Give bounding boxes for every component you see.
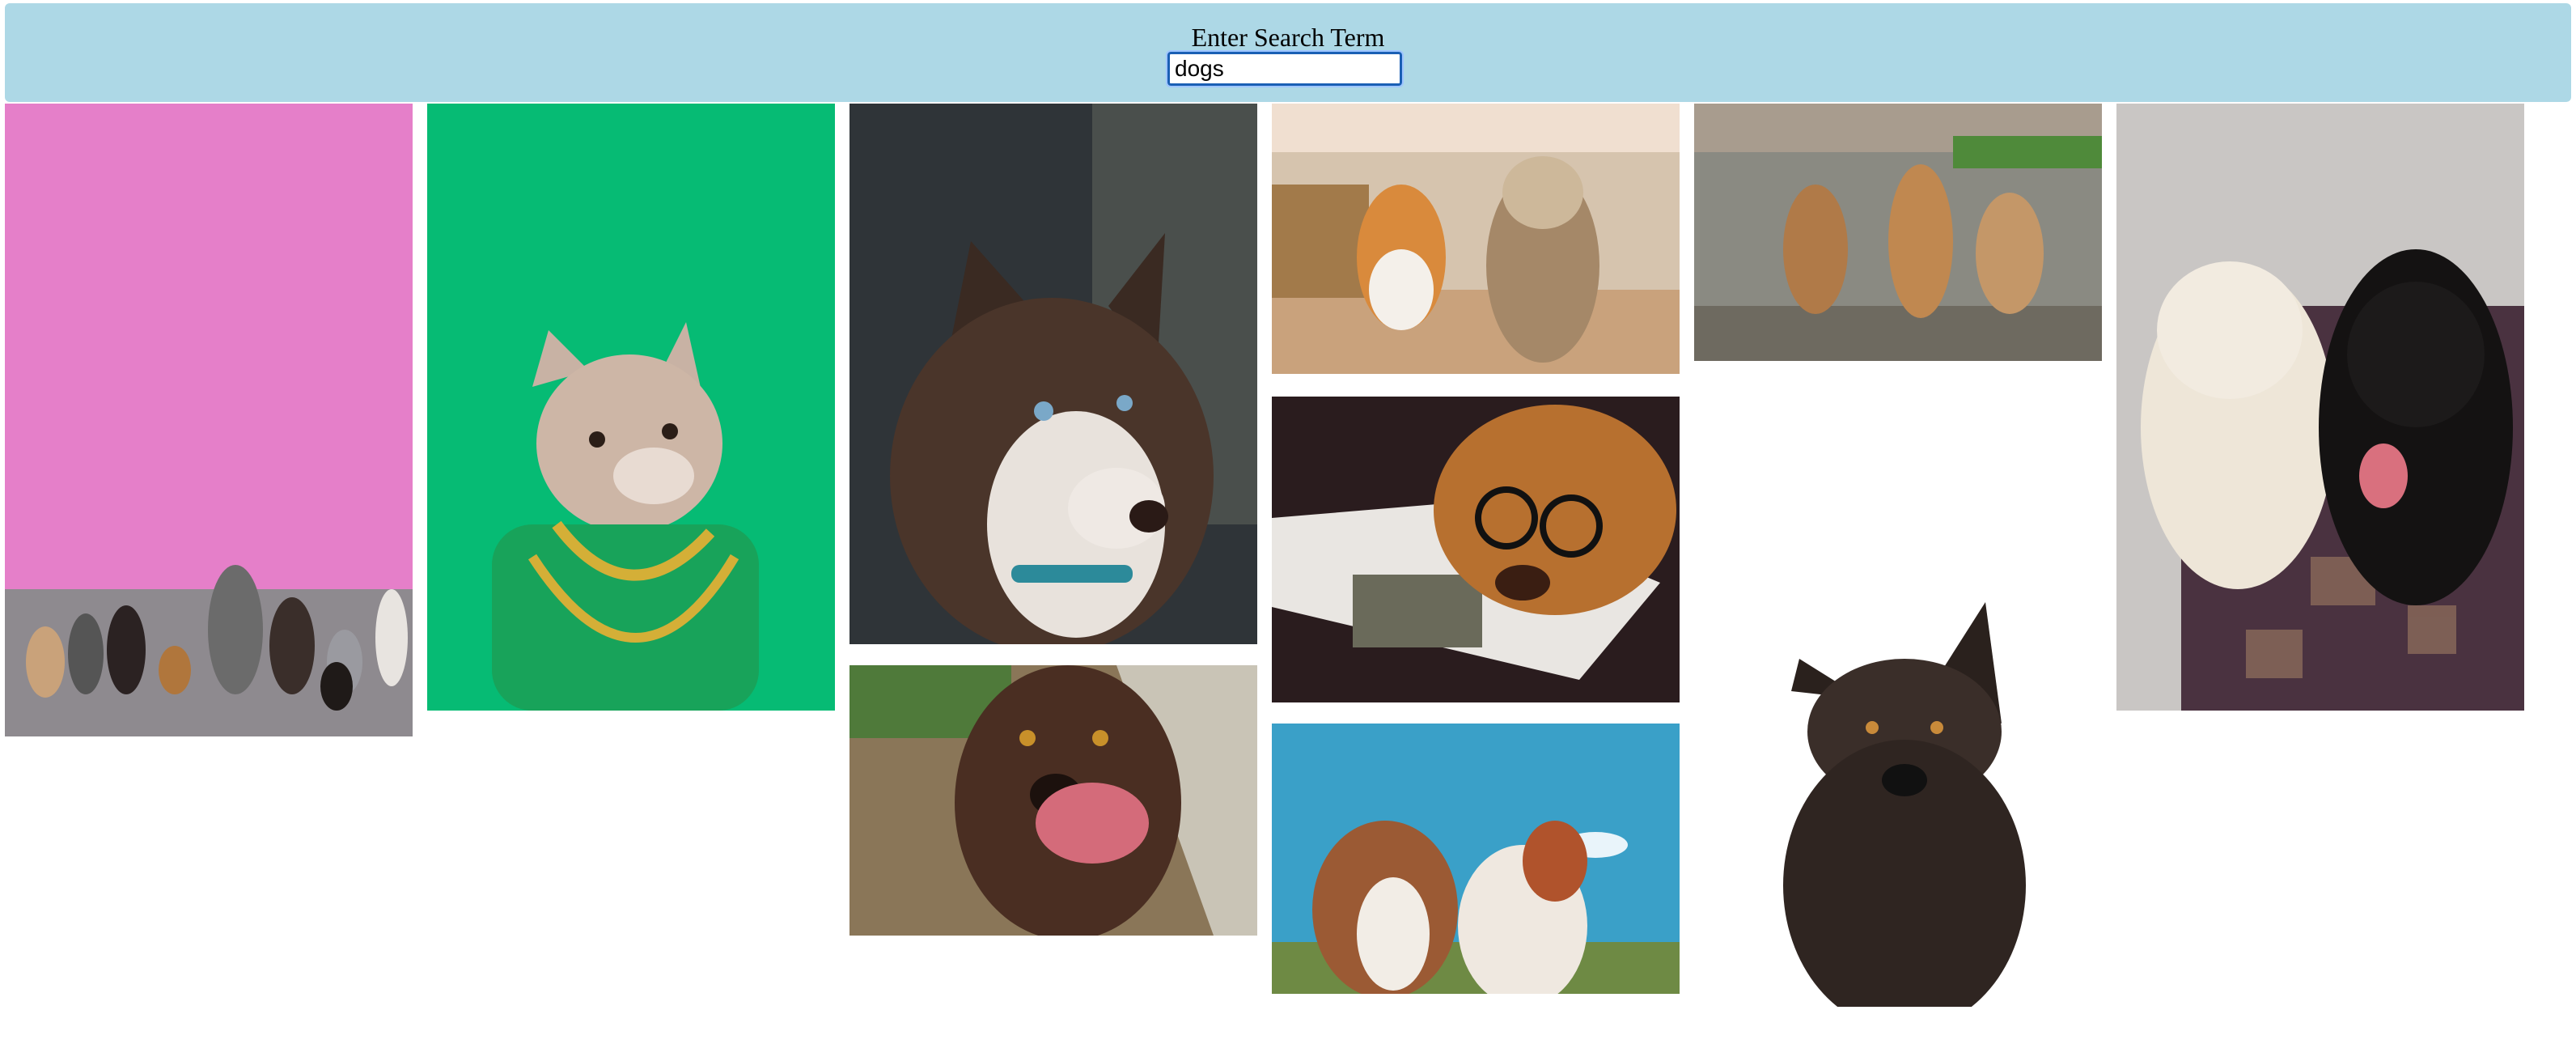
black-dog-white-bg-photo[interactable] <box>1694 384 2102 1007</box>
corgi-yorkie-running-photo[interactable] <box>1272 104 1680 374</box>
dogs-looking-up-sky-photo[interactable] <box>1272 724 1680 994</box>
dogs-pink-wall-photo[interactable] <box>5 104 413 736</box>
chocolate-lab-tongue-photo[interactable] <box>849 665 1257 936</box>
search-input[interactable] <box>1166 50 1404 87</box>
doodle-and-black-lab-rug-photo[interactable] <box>2116 104 2524 711</box>
husky-portrait-photo[interactable] <box>849 104 1257 644</box>
french-bulldog-green-photo[interactable] <box>427 104 835 711</box>
three-puppies-road-photo[interactable] <box>1694 104 2102 361</box>
dog-glasses-magazine-photo[interactable] <box>1272 397 1680 702</box>
search-label: Enter Search Term <box>1191 23 1385 52</box>
search-header: Enter Search Term <box>5 3 2571 102</box>
